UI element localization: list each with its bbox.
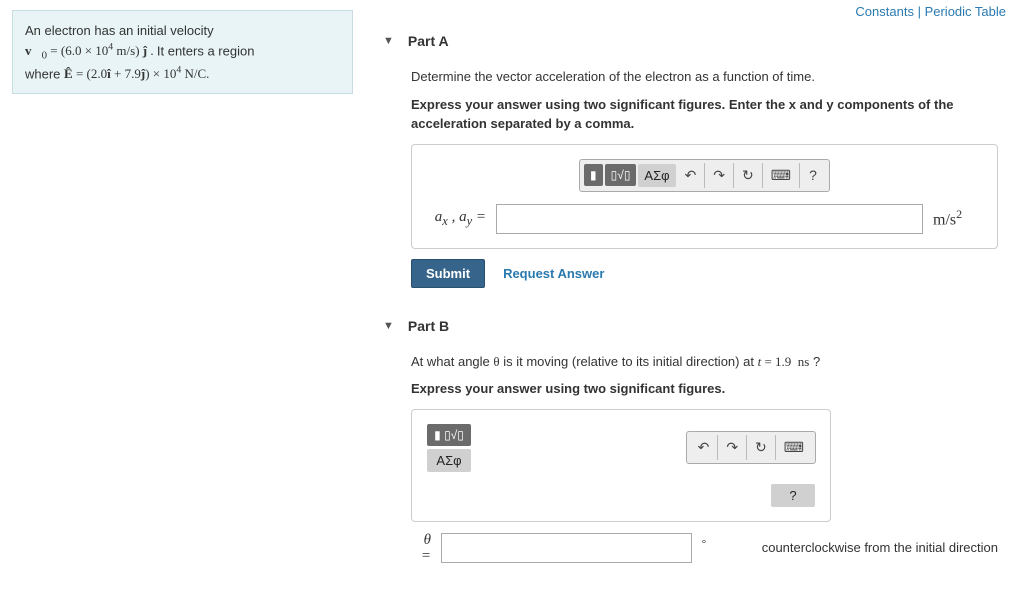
keyboard-button[interactable]: ⌨ — [763, 163, 800, 188]
part-a-submit-button[interactable]: Submit — [411, 259, 485, 288]
problem-line2: v⃗0 = (6.0 × 104 m/s) ĵ . — [25, 43, 157, 58]
part-a-title: Part A — [408, 33, 449, 49]
problem-statement: An electron has an initial velocity v⃗0 … — [12, 10, 353, 94]
problem-line1: An electron has an initial velocity — [25, 23, 214, 38]
part-b-header[interactable]: ▼ Part B — [375, 308, 1014, 344]
help-button[interactable]: ? — [771, 484, 815, 507]
part-b-toolbar: ↶ ↷ ↻ ⌨ — [686, 431, 816, 464]
collapse-icon: ▼ — [383, 35, 394, 47]
part-a-toolbar: ▮ ▯√▯ ΑΣφ ↶ ↷ ↻ ⌨ ? — [579, 159, 830, 192]
greek-button[interactable]: ΑΣφ — [427, 449, 471, 472]
part-b-title: Part B — [408, 318, 449, 334]
part-a-request-answer[interactable]: Request Answer — [503, 266, 604, 281]
constants-link[interactable]: Constants — [855, 4, 914, 19]
templates-button[interactable]: ▯√▯ — [605, 164, 637, 186]
reset-button[interactable]: ↻ — [747, 435, 776, 460]
part-a-unit: m/s2 — [933, 207, 983, 229]
undo-button[interactable]: ↶ — [677, 163, 706, 188]
greek-button[interactable]: ΑΣφ — [638, 164, 675, 187]
redo-button[interactable]: ↷ — [705, 163, 734, 188]
part-b-answer-box: ▮ ▯√▯ ΑΣφ ↶ ↷ ↻ ⌨ ? — [411, 409, 831, 522]
part-b-question: At what angle θ is it moving (relative t… — [411, 352, 998, 372]
part-a-input[interactable] — [496, 204, 923, 234]
part-b-input[interactable] — [441, 533, 692, 563]
part-b-unit: ° — [702, 538, 752, 558]
keyboard-button[interactable]: ⌨ — [776, 435, 812, 460]
part-a-question: Determine the vector acceleration of the… — [411, 67, 998, 87]
part-b-note: counterclockwise from the initial direct… — [762, 540, 998, 557]
part-a-answer-box: ▮ ▯√▯ ΑΣφ ↶ ↷ ↻ ⌨ ? ax , ay = m/s2 — [411, 144, 998, 249]
redo-button[interactable]: ↷ — [718, 435, 747, 460]
toggle-icon[interactable]: ▮ ▯√▯ — [427, 424, 471, 446]
part-a-var-label: ax , ay = — [426, 209, 486, 229]
part-b-var-label: θ= — [411, 532, 431, 565]
help-button[interactable]: ? — [800, 163, 826, 187]
part-a-instruction: Express your answer using two significan… — [411, 95, 998, 134]
top-links: Constants | Periodic Table — [375, 0, 1014, 23]
periodic-table-link[interactable]: Periodic Table — [925, 4, 1006, 19]
part-b-instruction: Express your answer using two significan… — [411, 379, 998, 399]
part-a-header[interactable]: ▼ Part A — [375, 23, 1014, 59]
toggle-icon[interactable]: ▮ — [584, 164, 603, 186]
undo-button[interactable]: ↶ — [690, 435, 719, 460]
problem-line3: Ê = (2.0î + 7.9ĵ) × 104 N/C. — [64, 66, 209, 81]
reset-button[interactable]: ↻ — [734, 163, 763, 188]
collapse-icon: ▼ — [383, 320, 394, 332]
